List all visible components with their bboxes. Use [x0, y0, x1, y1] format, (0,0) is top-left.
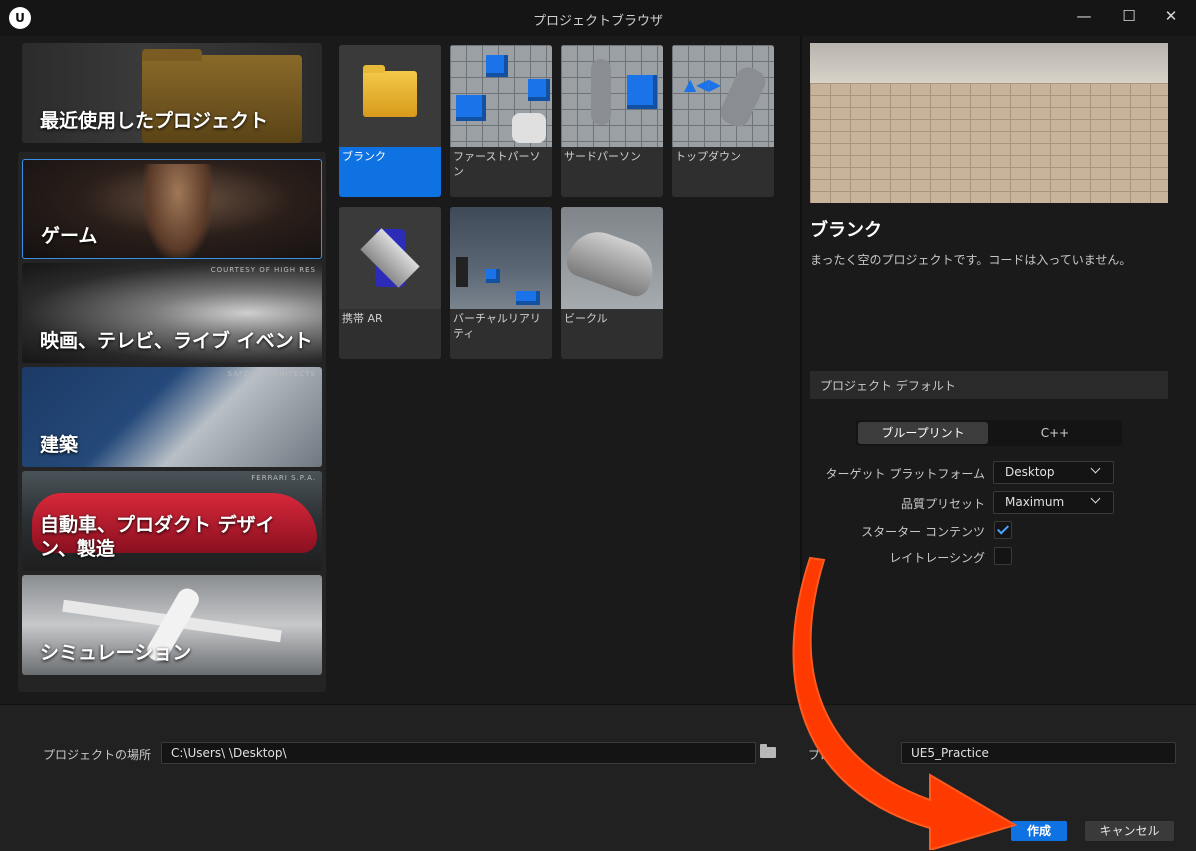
cancel-button[interactable]: キャンセル: [1085, 821, 1174, 841]
image-credit: SAFDIE ARCHITECTS: [227, 370, 316, 378]
folder-tab-shape: [142, 49, 202, 61]
template-handheld-ar[interactable]: 携帯 AR: [339, 207, 441, 359]
target-platform-label: ターゲット プラットフォーム: [825, 467, 985, 481]
image-credit: FERRARI S.P.A.: [251, 474, 316, 482]
annotation-arrow-icon: [792, 556, 1018, 850]
quality-preset-dropdown[interactable]: Maximum: [993, 491, 1114, 514]
cube-shape: [456, 95, 486, 121]
cpp-option[interactable]: C++: [990, 422, 1120, 444]
category-label: 自動車、プロダクト デザイン、製造: [40, 514, 275, 560]
template-blank[interactable]: ブランク: [339, 45, 441, 197]
category-simulation[interactable]: シミュレーション: [22, 575, 322, 675]
mannequin-shape: [591, 59, 611, 125]
pillar-shape: [456, 257, 468, 287]
template-name: トップダウン: [675, 150, 741, 163]
category-games[interactable]: ゲーム: [22, 159, 322, 259]
dropdown-value: Desktop: [1005, 465, 1055, 479]
template-name: バーチャルリアリティ: [453, 312, 541, 340]
image-credit: COURTESY OF HIGH RES: [210, 266, 316, 274]
template-thumbnail: [450, 45, 552, 147]
folder-icon: [363, 71, 417, 117]
chevron-down-icon: [1090, 463, 1101, 474]
starter-content-label: スターター コンテンツ: [861, 525, 985, 539]
template-name: ブランク: [342, 150, 386, 163]
template-thumbnail: [561, 45, 663, 147]
category-label: ゲーム: [41, 225, 98, 247]
template-name: 携帯 AR: [342, 312, 383, 325]
section-header: プロジェクト デフォルト: [820, 379, 956, 393]
template-name: ファーストパーソン: [453, 150, 541, 178]
template-name: ビークル: [564, 312, 608, 325]
chevron-down-icon: [1090, 493, 1101, 504]
project-location-label: プロジェクトの場所: [43, 748, 152, 762]
category-film-tv[interactable]: COURTESY OF HIGH RES 映画、テレビ、ライブ イベント: [22, 263, 322, 363]
template-thumbnail: ▲◀▶: [672, 45, 774, 147]
template-first-person[interactable]: ファーストパーソン: [450, 45, 552, 197]
window-title: プロジェクトブラウザ: [532, 14, 663, 29]
car-shape: [563, 223, 661, 301]
category-automotive[interactable]: FERRARI S.P.A. 自動車、プロダクト デザイン、製造: [22, 471, 322, 571]
dropdown-value: Maximum: [1005, 495, 1065, 509]
template-third-person[interactable]: サードパーソン: [561, 45, 663, 197]
project-defaults-section: プロジェクト デフォルト: [810, 371, 1168, 399]
category-recent-projects[interactable]: 最近使用したプロジェクト: [22, 43, 322, 143]
minimize-button[interactable]: —: [1069, 6, 1099, 26]
floor-shape: [810, 83, 1168, 203]
category-label: 映画、テレビ、ライブ イベント: [40, 330, 313, 352]
starter-content-checkbox[interactable]: [994, 521, 1012, 539]
character-image: [143, 164, 213, 258]
cube-shape: [516, 291, 540, 305]
template-thumbnail: [450, 207, 552, 309]
template-name: サードパーソン: [564, 150, 641, 163]
close-button[interactable]: ✕: [1156, 6, 1186, 26]
template-thumbnail: [339, 207, 441, 309]
language-toggle: ブループリント C++: [856, 420, 1122, 446]
quality-preset-label: 品質プリセット: [900, 497, 985, 511]
mannequin-shape: [716, 63, 770, 131]
blueprint-option[interactable]: ブループリント: [858, 422, 988, 444]
folder-tab-shape: [363, 65, 385, 73]
template-description: まったく空のプロジェクトです。コードは入っていません。: [810, 253, 1132, 267]
ar-object-shape: [360, 228, 420, 288]
template-vehicle[interactable]: ビークル: [561, 207, 663, 359]
title-bar: U プロジェクトブラウザ — ☐ ✕: [0, 0, 1196, 36]
browse-folder-icon[interactable]: [760, 744, 776, 758]
template-thumbnail: [561, 207, 663, 309]
category-label: 最近使用したプロジェクト: [40, 110, 269, 132]
template-title: ブランク: [810, 220, 882, 241]
cube-shape: [486, 269, 500, 283]
category-label: シミュレーション: [40, 642, 192, 664]
cube-shape: [528, 79, 550, 101]
category-label: 建築: [40, 434, 79, 456]
template-preview-image: [810, 43, 1168, 203]
project-location-input[interactable]: C:\Users\ \Desktop\: [161, 742, 756, 764]
template-top-down[interactable]: ▲◀▶ トップダウン: [672, 45, 774, 197]
category-architecture[interactable]: SAFDIE ARCHITECTS 建築: [22, 367, 322, 467]
cube-shape: [627, 75, 657, 109]
cube-shape: [486, 55, 508, 77]
input-value: C:\Users\ \Desktop\: [171, 746, 287, 760]
template-virtual-reality[interactable]: バーチャルリアリティ: [450, 207, 552, 359]
arrows-icon: ▲◀▶: [684, 75, 721, 94]
template-thumbnail: [339, 45, 441, 147]
gun-shape: [512, 113, 546, 143]
maximize-button[interactable]: ☐: [1114, 6, 1144, 26]
target-platform-dropdown[interactable]: Desktop: [993, 461, 1114, 484]
sky-shape: [810, 43, 1168, 83]
